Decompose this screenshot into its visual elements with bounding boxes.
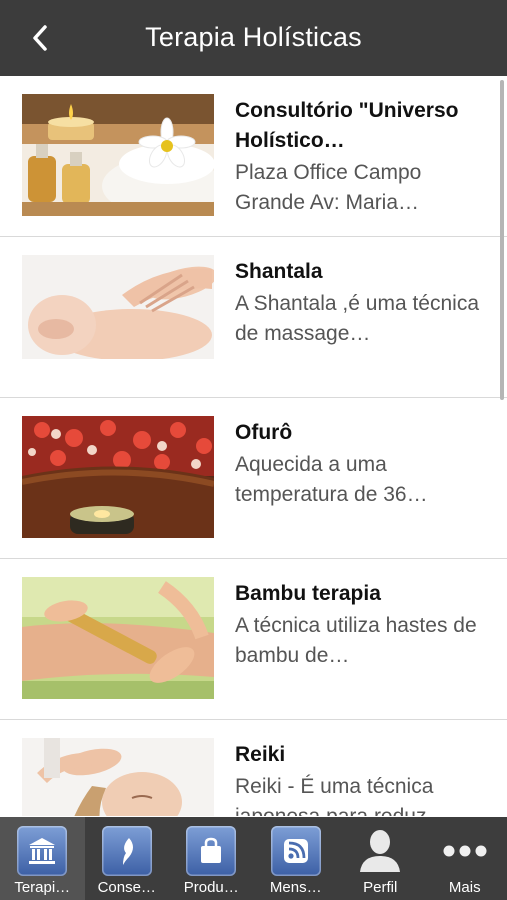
item-description: A Shantala ,é uma técnica de massage… <box>235 292 479 345</box>
item-title: Consultório "Universo Holístico… <box>235 99 459 152</box>
therapy-list: Consultório "Universo Holístico… Plaza O… <box>0 76 507 816</box>
tab-bar: Terapi… Conse… Produ… Mens… Perfil Mais <box>0 817 507 900</box>
more-icon <box>443 845 487 857</box>
ofuro-bath-image <box>22 416 214 538</box>
tab-terapias[interactable]: Terapi… <box>0 817 85 900</box>
list-item[interactable]: Consultório "Universo Holístico… Plaza O… <box>0 76 507 237</box>
tab-produtos[interactable]: Produ… <box>169 817 254 900</box>
item-description: Plaza Office Campo Grande Av: Maria… <box>235 161 422 214</box>
tab-mensagens[interactable]: Mens… <box>254 817 339 900</box>
user-icon <box>360 830 401 872</box>
list-item[interactable]: Reiki Reiki - É uma técnica japonesa par… <box>0 720 507 816</box>
rss-icon <box>283 839 308 863</box>
scrollbar[interactable] <box>500 80 504 400</box>
tab-label: Terapi… <box>14 879 71 896</box>
item-title: Shantala <box>235 260 323 283</box>
item-title: Reiki <box>235 743 286 766</box>
tab-mais[interactable]: Mais <box>423 817 507 900</box>
navigation-bar: Terapia Holísticas <box>0 0 507 76</box>
item-description: A técnica utiliza hastes de bambu de… <box>235 614 477 667</box>
tab-label: Mens… <box>269 879 322 896</box>
bamboo-therapy-image <box>22 577 214 699</box>
item-description: Aquecida a uma temperatura de 36… <box>235 453 428 506</box>
reiki-image <box>22 738 214 816</box>
item-title: Bambu terapia <box>235 582 381 605</box>
spa-candles-image <box>22 94 214 216</box>
feather-icon <box>122 838 133 865</box>
page-title: Terapia Holísticas <box>145 22 362 52</box>
tab-label: Mais <box>448 879 481 896</box>
list-item[interactable]: Ofurô Aquecida a uma temperatura de 36… <box>0 398 507 559</box>
tab-label: Conse… <box>97 879 156 896</box>
list-item[interactable]: Shantala A Shantala ,é uma técnica de ma… <box>0 237 507 398</box>
list-item[interactable]: Bambu terapia A técnica utiliza hastes d… <box>0 559 507 720</box>
item-title: Ofurô <box>235 421 293 444</box>
tab-conselhos[interactable]: Conse… <box>85 817 170 900</box>
tab-perfil[interactable]: Perfil <box>338 817 423 900</box>
shopping-bag-icon <box>201 837 222 863</box>
tab-label: Perfil <box>363 879 398 896</box>
baby-massage-image <box>22 255 214 377</box>
tab-label: Produ… <box>183 879 239 896</box>
temple-icon <box>29 838 56 864</box>
item-description: Reiki - É uma técnica japonesa para redu… <box>235 775 447 816</box>
